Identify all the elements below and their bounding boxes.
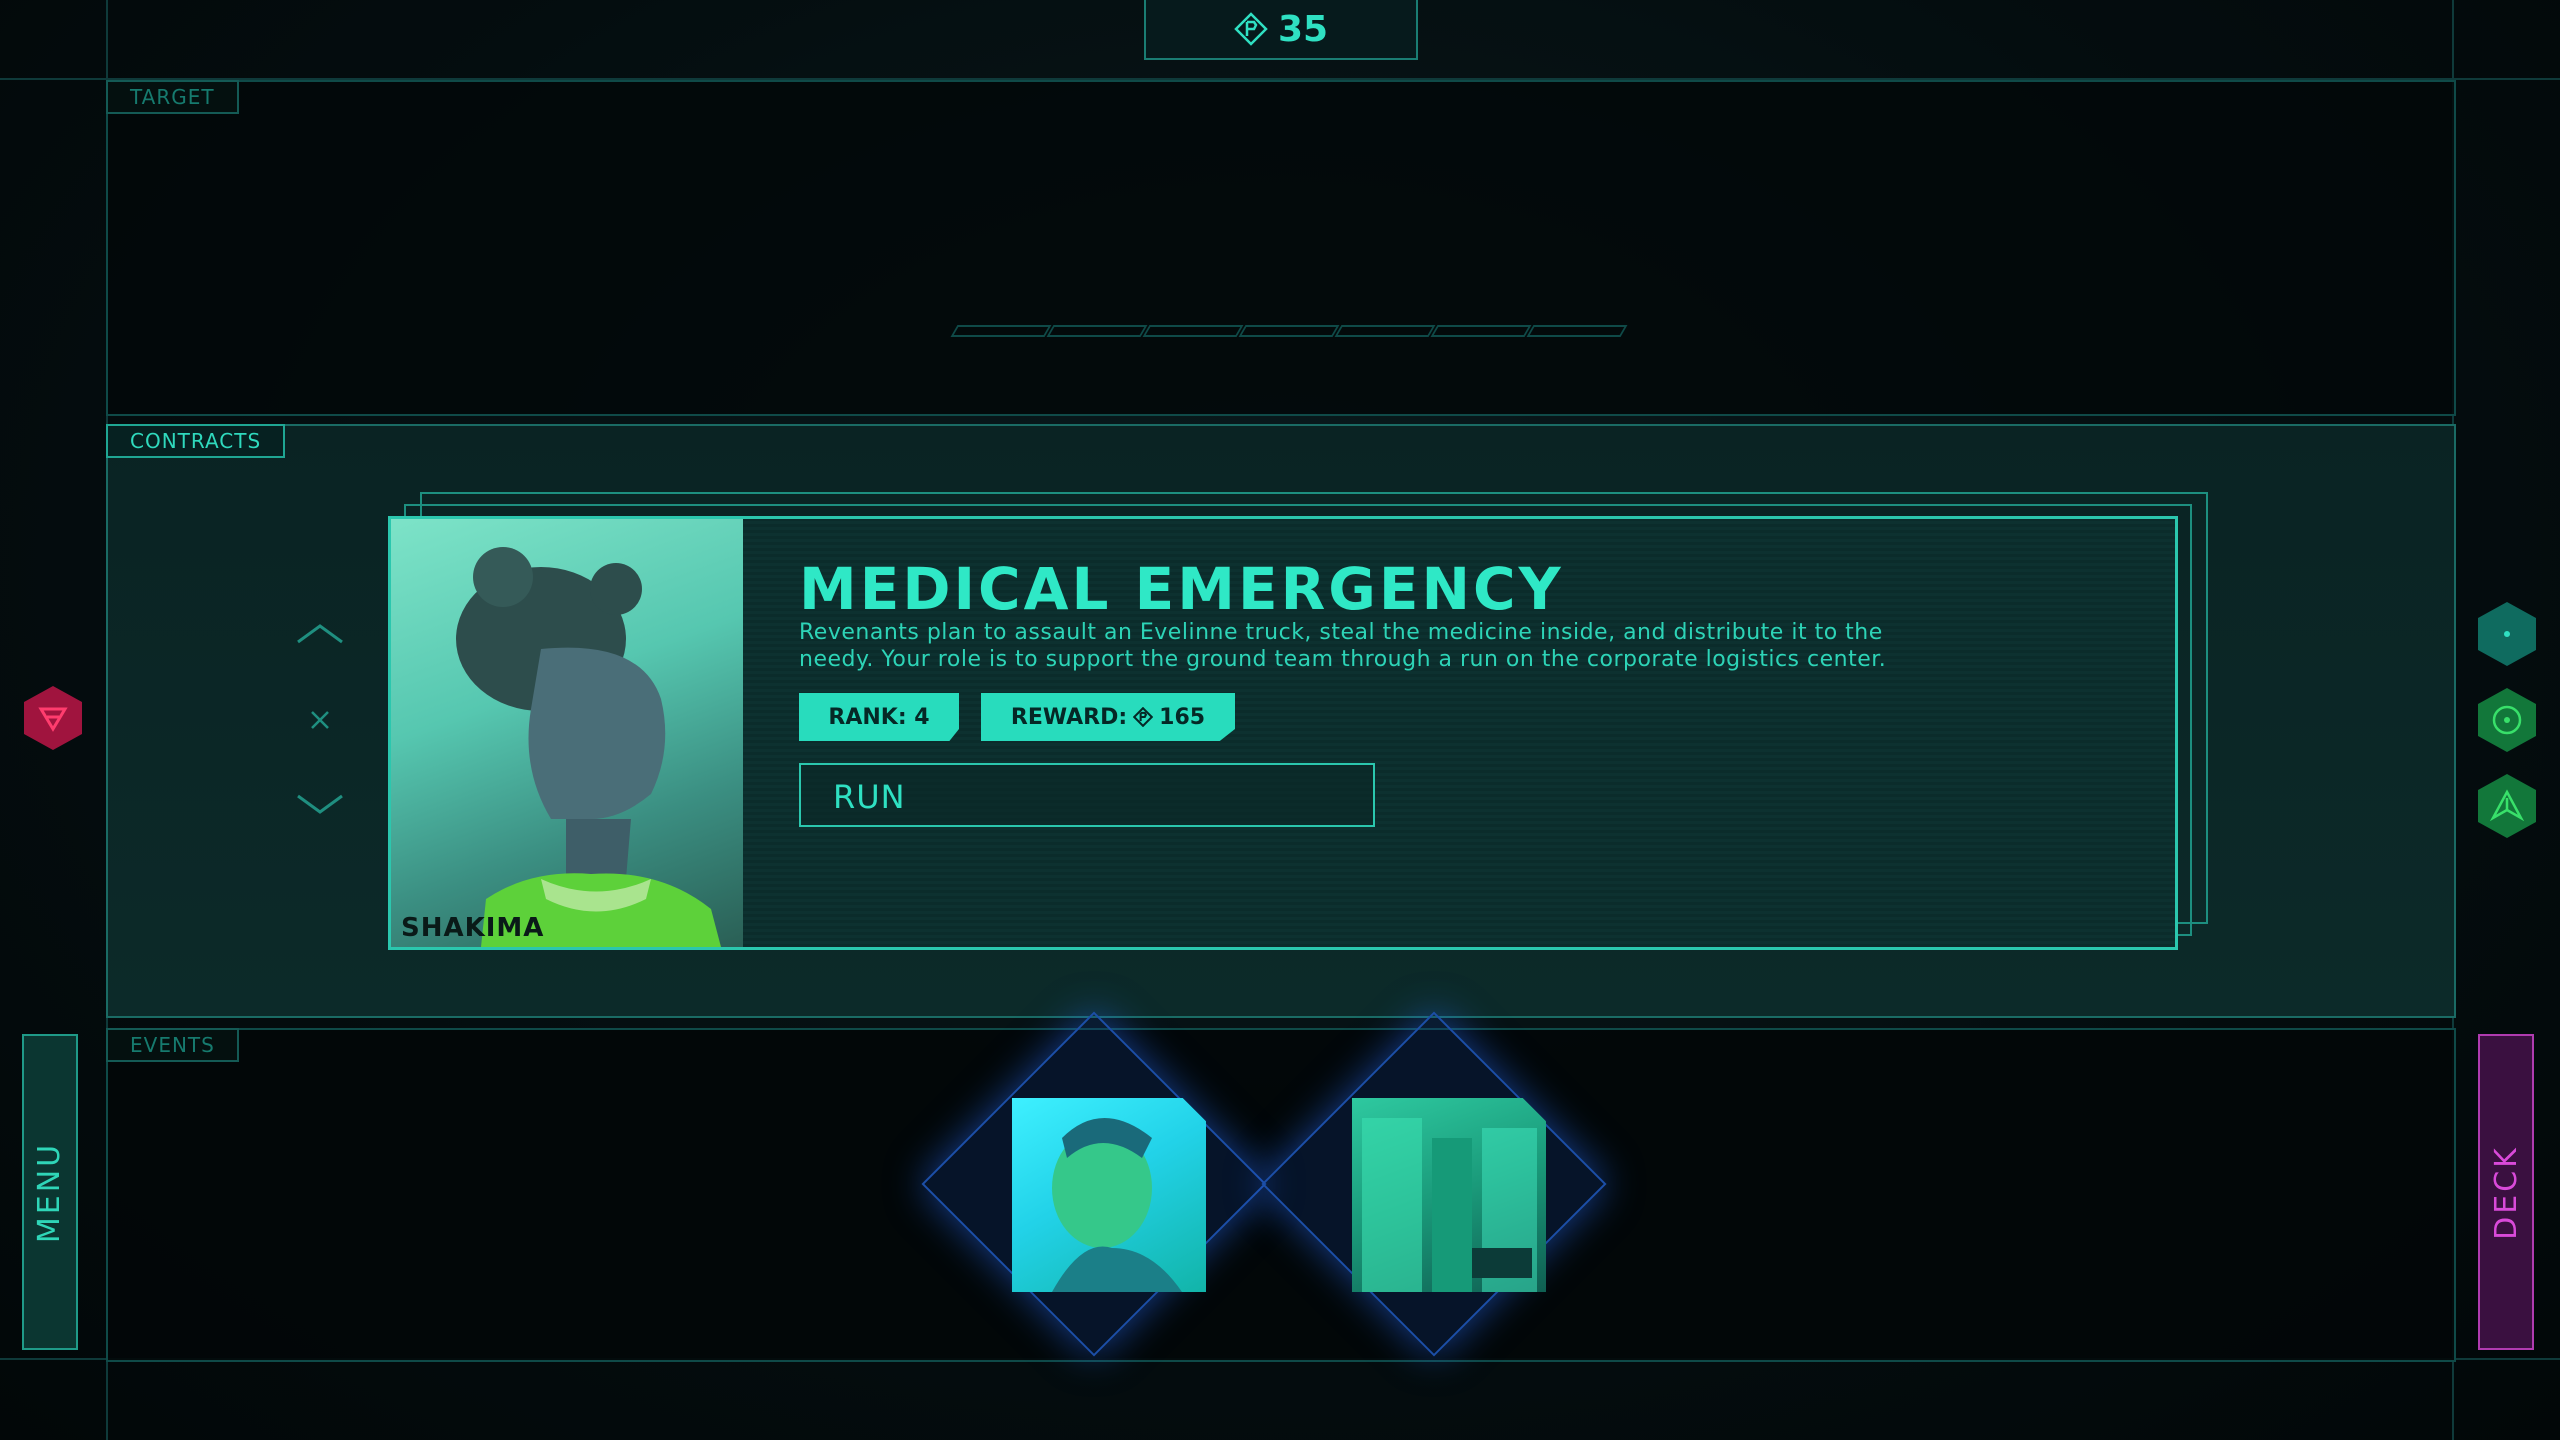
target-slot	[1238, 325, 1340, 337]
event-image	[1012, 1098, 1206, 1292]
portrait-name: SHAKIMA	[401, 913, 545, 943]
target-slot	[950, 325, 1052, 337]
contracts-tab: CONTRACTS	[106, 424, 286, 458]
target-tab: TARGET	[106, 80, 239, 114]
target-slot	[1430, 325, 1532, 337]
portrait-illustration	[456, 547, 721, 947]
contact-portrait: SHAKIMA	[391, 519, 743, 947]
credit-diamond-icon	[1133, 707, 1154, 727]
dot-icon	[2504, 631, 2510, 637]
target-panel	[106, 80, 2456, 416]
target-slot	[1142, 325, 1244, 337]
arrow-emblem-icon	[2489, 789, 2525, 822]
event-image	[1352, 1098, 1546, 1292]
event-card[interactable]	[921, 1011, 1267, 1357]
target-icon	[2492, 705, 2522, 735]
green-arrow-hex-icon[interactable]	[2478, 774, 2536, 838]
credits-counter: 35	[1144, 0, 1418, 60]
faction-symbol-icon	[38, 707, 68, 732]
menu-button[interactable]: MENU	[22, 1034, 78, 1350]
target-slot	[1046, 325, 1148, 337]
target-slot	[1526, 325, 1628, 337]
menu-label: MENU	[32, 1141, 68, 1243]
events-tab: EVENTS	[106, 1028, 239, 1062]
reward-label: REWARD:	[1010, 704, 1128, 730]
contract-description: Revenants plan to assault an Evelinne tr…	[799, 620, 1887, 672]
run-button[interactable]: RUN	[799, 763, 1375, 827]
teal-dot-hex-icon[interactable]	[2478, 602, 2536, 666]
event-card[interactable]	[1261, 1011, 1607, 1357]
deck-label: DECK	[2488, 1144, 2524, 1240]
rank-label: RANK: 4	[828, 704, 930, 730]
deck-button[interactable]: DECK	[2478, 1034, 2534, 1350]
green-target-hex-icon[interactable]	[2478, 688, 2536, 752]
red-faction-hex-icon[interactable]	[24, 686, 82, 750]
credits-value: 35	[1277, 8, 1329, 50]
contract-title: MEDICAL EMERGENCY	[799, 555, 1564, 623]
chevron-down-icon[interactable]	[296, 792, 344, 816]
reward-value: 165	[1159, 704, 1206, 730]
contract-card[interactable]: SHAKIMA MEDICAL EMERGENCY Revenants plan…	[388, 516, 2178, 950]
event-city-illustration	[1362, 1118, 1537, 1292]
chevron-up-icon[interactable]	[296, 622, 344, 646]
rank-badge: RANK: 4	[799, 693, 959, 741]
reward-badge: REWARD: 165	[981, 693, 1235, 741]
close-icon[interactable]	[308, 708, 332, 732]
credit-diamond-icon	[1234, 12, 1268, 46]
event-portrait-illustration	[1052, 1118, 1182, 1292]
target-slot	[1334, 325, 1436, 337]
